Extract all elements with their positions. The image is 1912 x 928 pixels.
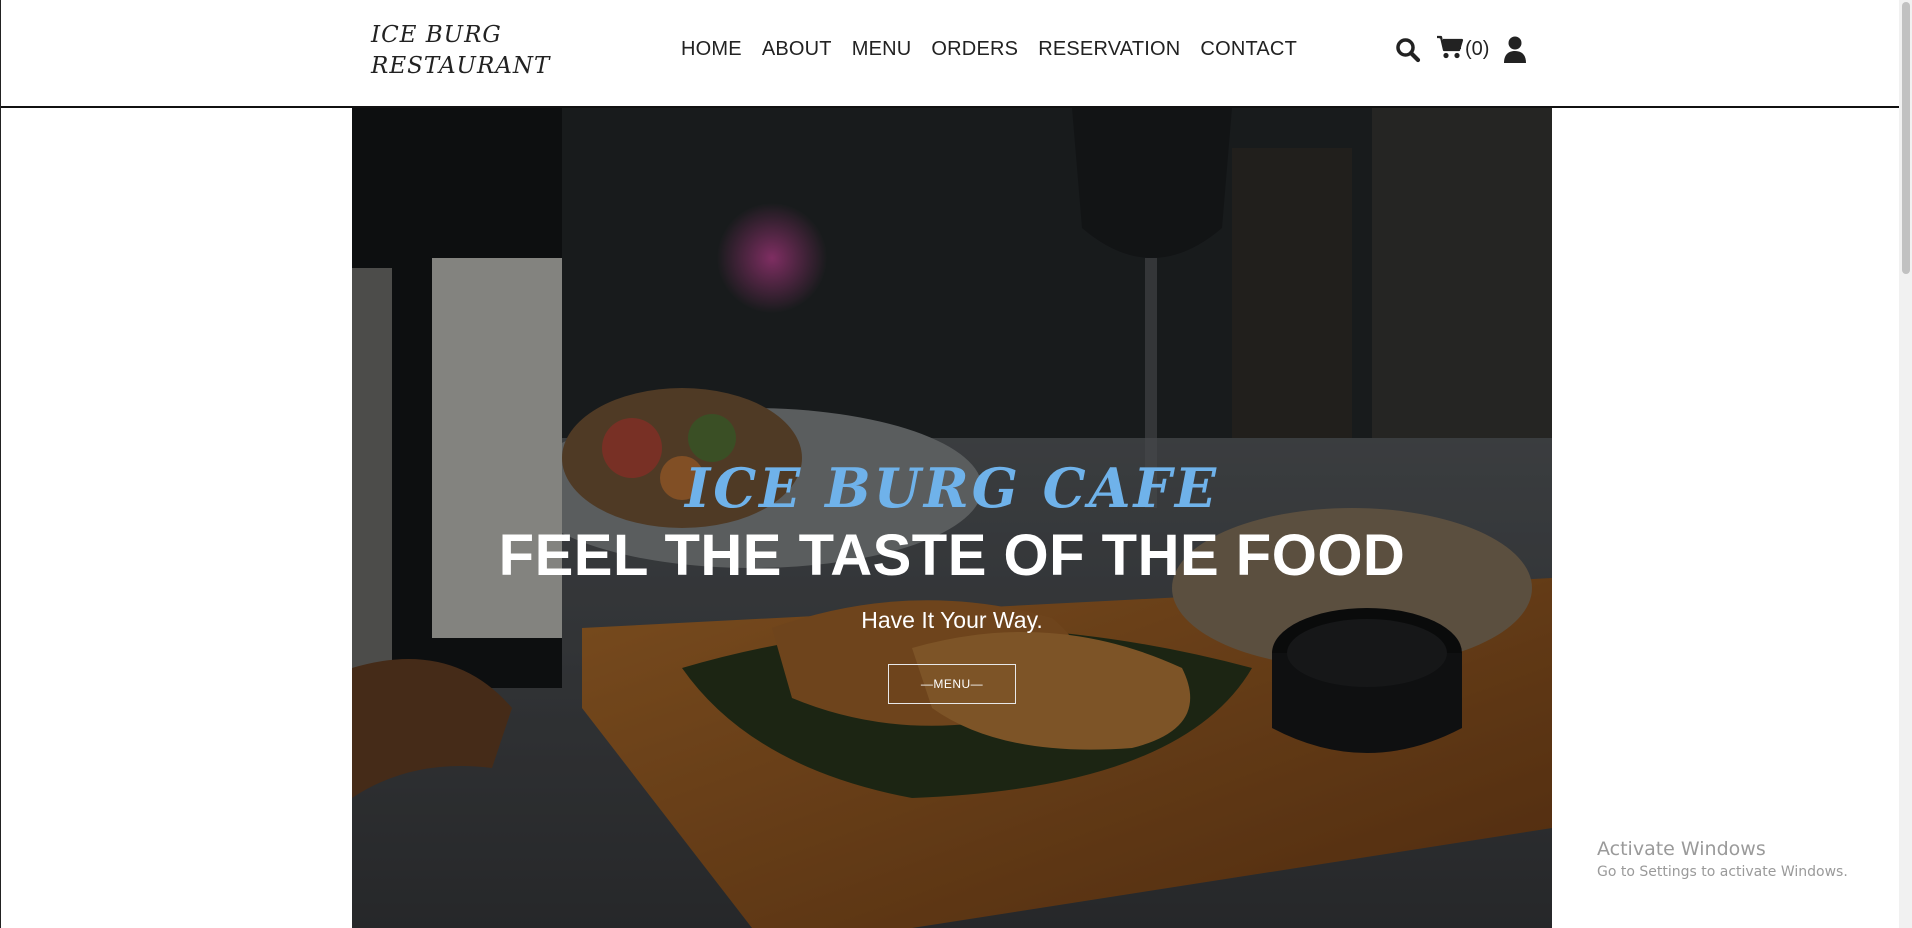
cart-icon	[1436, 34, 1464, 65]
header-actions: (0)	[1395, 34, 1527, 65]
hero-title: FEEL THE TASTE OF THE FOOD	[498, 523, 1406, 588]
nav-orders[interactable]: ORDERS	[931, 38, 1018, 61]
windows-activation-watermark: Activate Windows Go to Settings to activ…	[1597, 838, 1848, 880]
hero-tagline: Have It Your Way.	[861, 607, 1043, 633]
main-nav: HOME ABOUT MENU ORDERS RESERVATION CONTA…	[681, 38, 1317, 61]
nav-home[interactable]: HOME	[681, 38, 742, 61]
user-icon[interactable]	[1503, 36, 1527, 64]
nav-reservation[interactable]: RESERVATION	[1038, 38, 1180, 61]
page: ICE BURG RESTAURANT HOME ABOUT MENU ORDE…	[0, 0, 1912, 928]
search-icon[interactable]	[1395, 37, 1421, 63]
nav-menu[interactable]: MENU	[852, 38, 912, 61]
watermark-title: Activate Windows	[1597, 838, 1766, 860]
logo-line-1: ICE BURG	[371, 22, 502, 48]
nav-contact[interactable]: CONTACT	[1200, 38, 1297, 61]
vertical-scrollbar[interactable]	[1899, 0, 1912, 928]
logo-line-2: RESTAURANT	[371, 53, 551, 79]
hero-menu-button[interactable]: —MENU—	[888, 664, 1016, 704]
hero-subtitle: ICE BURG CAFE	[684, 456, 1220, 520]
cart-button[interactable]: (0)	[1436, 34, 1489, 65]
scrollbar-thumb[interactable]	[1902, 2, 1910, 274]
watermark-subtitle: Go to Settings to activate Windows.	[1597, 864, 1848, 880]
site-header: ICE BURG RESTAURANT HOME ABOUT MENU ORDE…	[1, 0, 1899, 108]
nav-about[interactable]: ABOUT	[762, 38, 832, 61]
hero-content: ICE BURG CAFE FEEL THE TASTE OF THE FOOD…	[352, 453, 1552, 704]
site-logo[interactable]: ICE BURG RESTAURANT	[371, 20, 571, 82]
cart-count: (0)	[1465, 38, 1490, 60]
hero-banner: ICE BURG CAFE FEEL THE TASTE OF THE FOOD…	[352, 108, 1552, 928]
